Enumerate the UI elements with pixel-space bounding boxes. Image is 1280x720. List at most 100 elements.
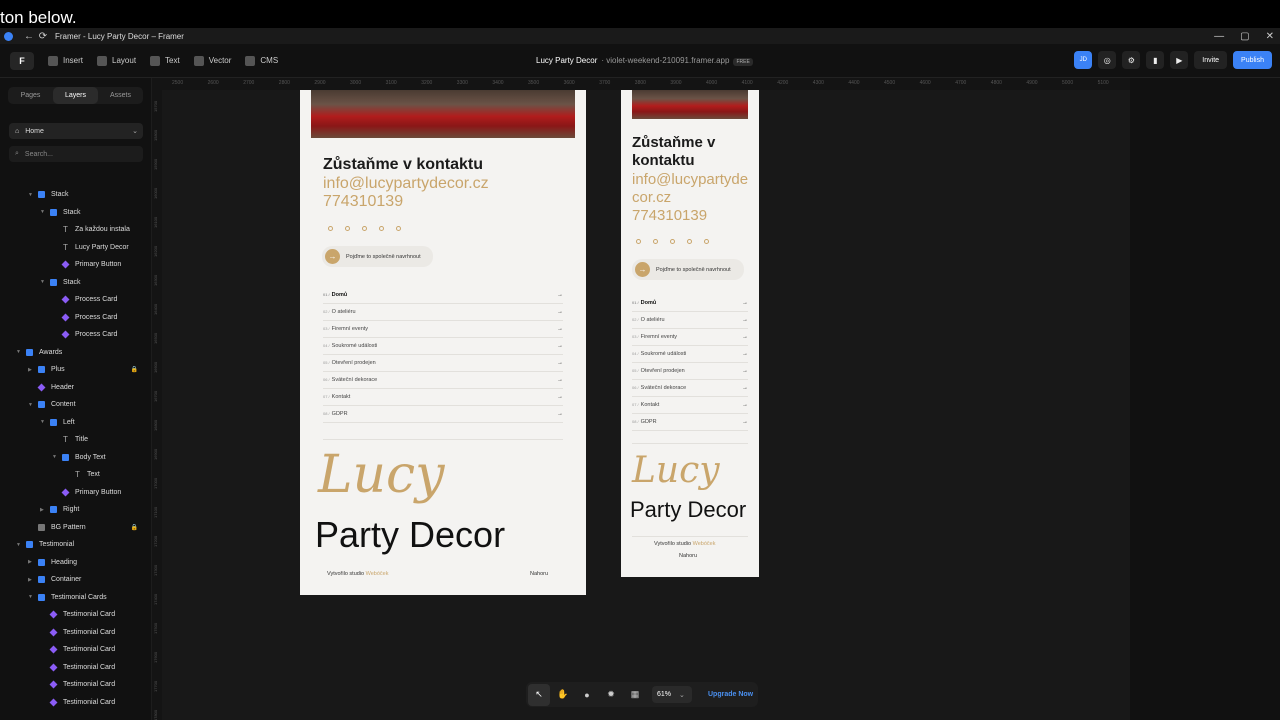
menu-item[interactable]: 08 /GDPR → [323, 406, 563, 423]
chevron-right-icon[interactable]: ▶ [28, 577, 32, 583]
layer-row[interactable]: Primary Button [0, 484, 152, 502]
social-icon[interactable] [670, 239, 675, 244]
layer-row[interactable]: Header [0, 379, 152, 397]
theme-toggle-icon[interactable]: ✹ [600, 684, 622, 706]
menu-item[interactable]: 06 /Sváteční dekorace → [632, 380, 748, 397]
frame-tablet[interactable]: Zůstaňme v kontaktu info@lucypartydecor.… [300, 90, 586, 595]
cms-button[interactable]: CMS [245, 55, 278, 66]
social-icon[interactable] [345, 226, 350, 231]
chevron-right-icon[interactable]: ▶ [28, 367, 32, 373]
layer-row[interactable]: Testimonial Card [0, 659, 152, 677]
layer-row[interactable]: ▼ Content [0, 396, 152, 414]
social-icon[interactable] [653, 239, 658, 244]
analytics-icon[interactable]: ▮ [1146, 51, 1165, 69]
layer-search-input[interactable]: ⌕ Search... [9, 146, 143, 162]
menu-item[interactable]: 07 /Kontakt → [323, 389, 563, 406]
menu-item[interactable]: 03 /Firemní eventy → [323, 321, 563, 338]
contact-phone[interactable]: 774310139 [323, 193, 403, 211]
social-icon[interactable] [379, 226, 384, 231]
menu-item[interactable]: 05 /Otevření prodejen → [632, 363, 748, 380]
zoom-select[interactable]: 61% ⌄ [652, 686, 692, 703]
social-icon[interactable] [396, 226, 401, 231]
close-icon[interactable]: ✕ [1266, 31, 1274, 42]
chevron-right-icon[interactable]: ▶ [28, 559, 32, 565]
menu-item[interactable]: 02 /O ateliéru → [632, 312, 748, 329]
hand-tool-icon[interactable]: ✋ [552, 684, 574, 706]
layer-row[interactable]: ▼ Awards [0, 344, 152, 362]
social-icon[interactable] [362, 226, 367, 231]
layer-row[interactable]: Testimonial Card [0, 624, 152, 642]
layer-row[interactable]: T Lucy Party Decor [0, 239, 152, 257]
layout-button[interactable]: Layout [97, 55, 136, 66]
grid-toggle-icon[interactable]: ▦ [624, 684, 646, 706]
select-tool-icon[interactable]: ↖ [528, 683, 550, 706]
reload-icon[interactable]: ⟳ [37, 31, 49, 42]
insert-button[interactable]: Insert [48, 55, 83, 66]
cta-button[interactable]: → Pojďme to společně navrhnout [322, 246, 433, 267]
layer-row[interactable]: Process Card [0, 309, 152, 327]
framer-menu-button[interactable]: F [10, 51, 34, 70]
back-icon[interactable]: ← [23, 31, 35, 42]
page-select[interactable]: ⌂ Home ⌄ [9, 123, 143, 139]
layer-row[interactable]: ▼ Stack [0, 274, 152, 292]
settings-icon[interactable]: ⚙ [1122, 51, 1141, 69]
publish-button[interactable]: Publish [1233, 51, 1272, 69]
maximize-icon[interactable]: ▢ [1240, 31, 1249, 42]
cta-button[interactable]: → Pojďme to společně navrhnout [632, 259, 744, 280]
menu-item[interactable]: 07 /Kontakt → [632, 397, 748, 414]
chevron-down-icon[interactable]: ▼ [40, 209, 45, 215]
chevron-down-icon[interactable]: ▼ [40, 419, 45, 425]
menu-item[interactable]: 06 /Sváteční dekorace → [323, 372, 563, 389]
layer-row[interactable]: Testimonial Card [0, 606, 152, 624]
minimize-icon[interactable]: — [1214, 31, 1224, 42]
chevron-down-icon[interactable]: ▼ [16, 542, 21, 548]
layer-row[interactable]: ▼ Stack [0, 204, 152, 222]
layer-row[interactable]: BG Pattern 🔒 [0, 519, 152, 537]
social-icon[interactable] [687, 239, 692, 244]
layer-row[interactable]: Process Card [0, 291, 152, 309]
layer-row[interactable]: ▶ Heading [0, 554, 152, 572]
chevron-down-icon[interactable]: ▼ [28, 594, 33, 600]
studio-link[interactable]: Webóček [366, 571, 389, 577]
layer-row[interactable]: ▼ Stack [0, 186, 152, 204]
social-icon[interactable] [704, 239, 709, 244]
layer-row[interactable]: Primary Button [0, 256, 152, 274]
tab-assets[interactable]: Assets [98, 87, 143, 104]
chevron-down-icon[interactable]: ▼ [40, 279, 45, 285]
lock-icon[interactable]: 🔒 [131, 524, 138, 531]
layer-row[interactable]: T Text [0, 466, 152, 484]
avatar[interactable]: JD [1074, 51, 1093, 69]
layer-row[interactable]: ▼ Testimonial [0, 536, 152, 554]
project-title[interactable]: Lucy Party Decor · violet-weekend-210091.… [536, 56, 753, 66]
back-to-top-link[interactable]: Nahoru [530, 571, 548, 577]
chevron-down-icon[interactable]: ▼ [16, 349, 21, 355]
vector-button[interactable]: Vector [193, 55, 231, 66]
menu-item[interactable]: 05 /Otevření prodejen → [323, 355, 563, 372]
globe-icon[interactable]: ◎ [1098, 51, 1117, 69]
layer-row[interactable]: Testimonial Card [0, 641, 152, 659]
layer-row[interactable]: ▼ Left [0, 414, 152, 432]
chevron-down-icon[interactable]: ▼ [28, 192, 33, 198]
chevron-down-icon[interactable]: ▼ [28, 402, 33, 408]
studio-link[interactable]: Webóček [693, 541, 716, 547]
layer-row[interactable]: T Za každou instala [0, 221, 152, 239]
layer-row[interactable]: ▶ Plus 🔒 [0, 361, 152, 379]
play-icon[interactable]: ▶ [1170, 51, 1189, 69]
layer-row[interactable]: ▶ Container [0, 571, 152, 589]
contact-email[interactable]: info@lucypartydecor.cz [323, 175, 489, 193]
frame-mobile[interactable]: Zůstaňme v kontaktu info@lucypartydecor.… [621, 90, 759, 577]
tab-layers[interactable]: Layers [53, 87, 98, 104]
contact-phone[interactable]: 774310139 [632, 207, 707, 224]
chevron-down-icon[interactable]: ▼ [52, 454, 57, 460]
layer-row[interactable]: ▼ Body Text [0, 449, 152, 467]
menu-item[interactable]: 04 /Soukromé události → [323, 338, 563, 355]
layer-row[interactable]: T Title [0, 431, 152, 449]
layer-row[interactable]: Process Card [0, 326, 152, 344]
menu-item[interactable]: 08 /GDPR → [632, 414, 748, 431]
back-to-top-link[interactable]: Nahoru [679, 553, 697, 559]
layer-row[interactable]: ▶ Right [0, 501, 152, 519]
social-icon[interactable] [328, 226, 333, 231]
layer-row[interactable]: Testimonial Card [0, 676, 152, 694]
social-icon[interactable] [636, 239, 641, 244]
menu-item[interactable]: 01 /Domů → [632, 295, 748, 312]
